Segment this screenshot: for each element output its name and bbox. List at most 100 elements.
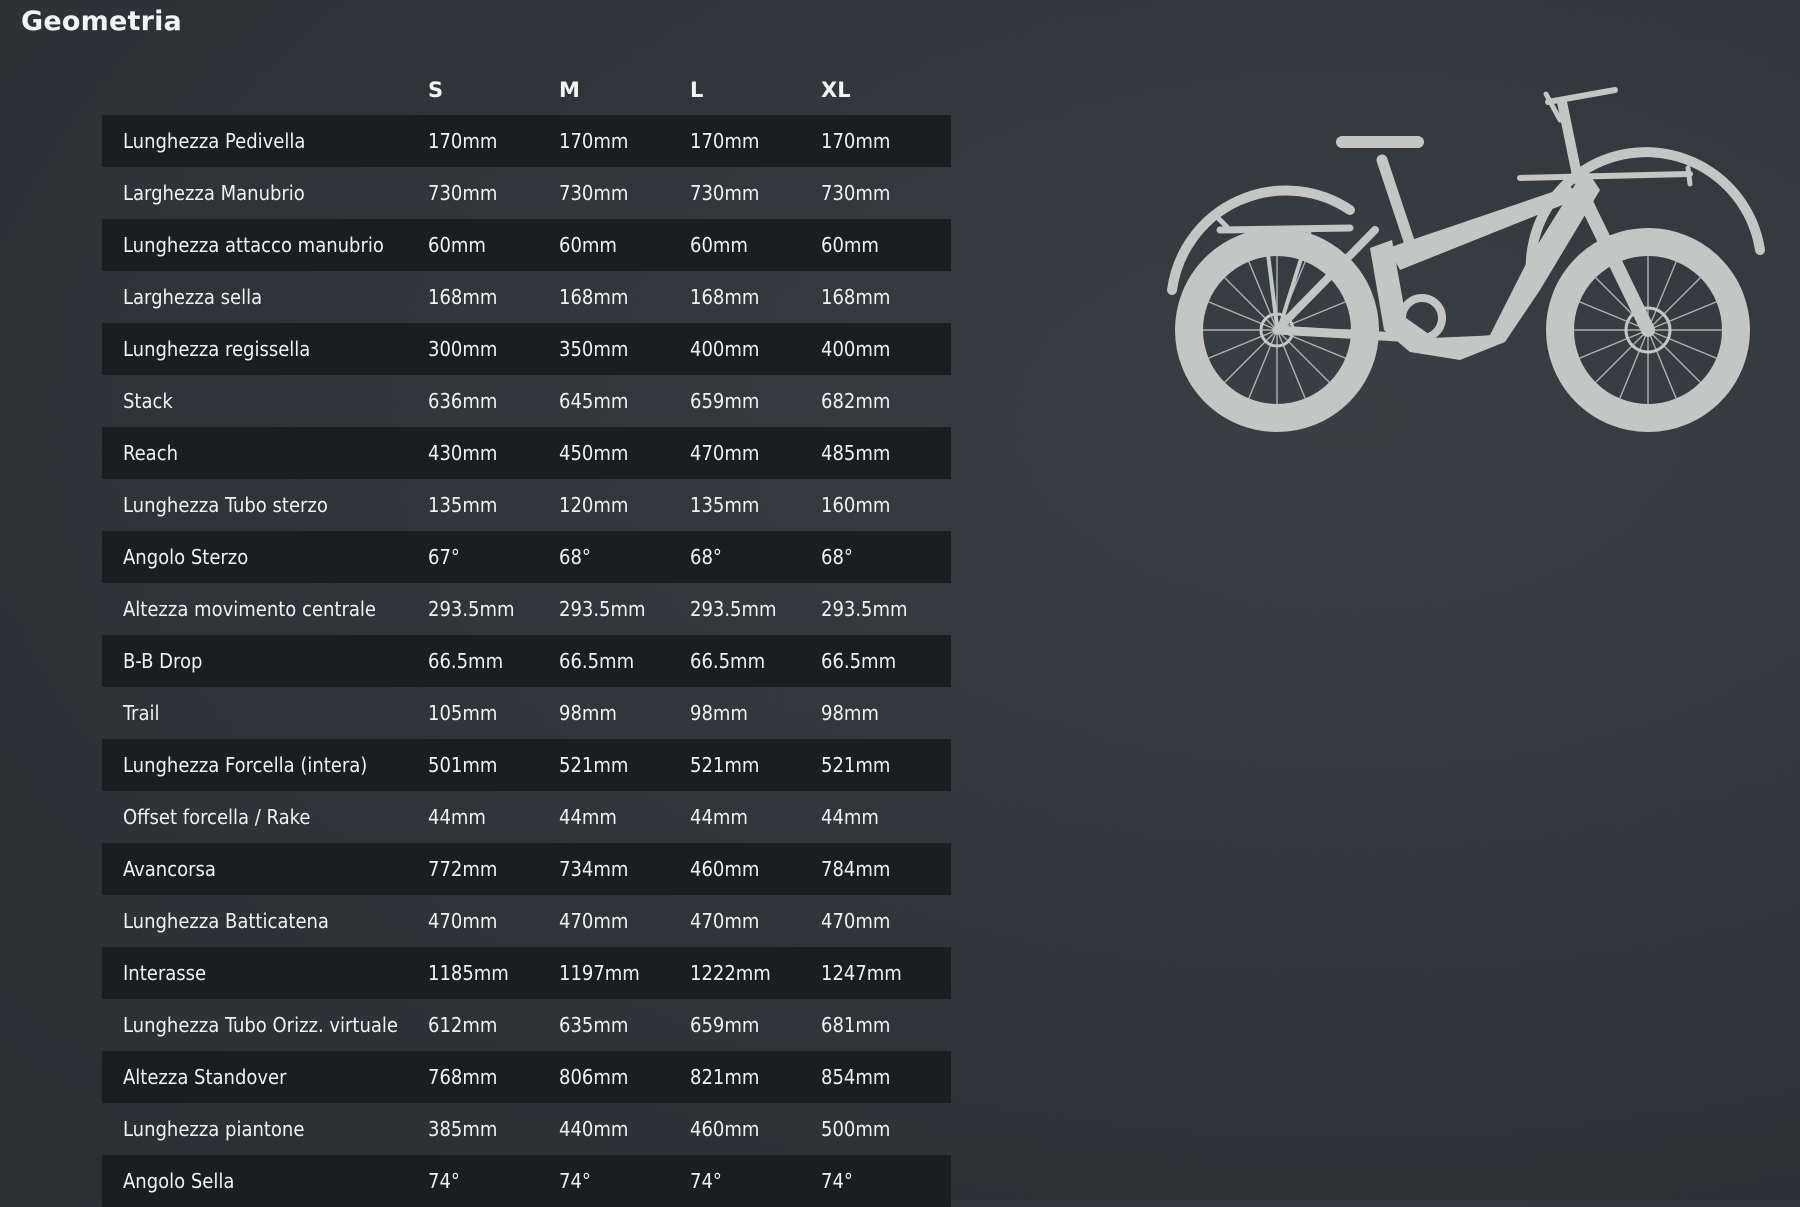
cell-s: 636mm (428, 389, 498, 413)
table-row: Interasse 1185mm 1197mm 1222mm 1247mm (102, 947, 951, 999)
cell-s: 612mm (428, 1013, 498, 1037)
cell-s: 293.5mm (428, 597, 515, 621)
row-label: Lunghezza Tubo sterzo (123, 493, 328, 517)
cell-xl: 730mm (821, 181, 891, 205)
cell-xl: 98mm (821, 701, 879, 725)
cell-xl: 500mm (821, 1117, 891, 1141)
column-header-label (102, 63, 428, 115)
cell-m: 470mm (559, 909, 629, 933)
cell-s: 170mm (428, 129, 498, 153)
cell-l: 293.5mm (690, 597, 777, 621)
row-label: Trail (123, 701, 160, 725)
table-row: Lunghezza Pedivella 170mm 170mm 170mm 170mm (102, 115, 951, 167)
cell-xl: 74° (821, 1169, 853, 1193)
table-row: B-B Drop 66.5mm 66.5mm 66.5mm 66.5mm (102, 635, 951, 687)
cell-m: 293.5mm (559, 597, 646, 621)
cell-m: 170mm (559, 129, 629, 153)
row-label: Lunghezza attacco manubrio (123, 233, 384, 257)
cell-xl: 854mm (821, 1065, 891, 1089)
cell-l: 730mm (690, 181, 760, 205)
row-label: Altezza Standover (123, 1065, 287, 1089)
row-label: Offset forcella / Rake (123, 805, 311, 829)
page-title: Geometria (21, 6, 182, 37)
cell-l: 460mm (690, 857, 760, 881)
cell-xl: 521mm (821, 753, 891, 777)
cell-m: 450mm (559, 441, 629, 465)
row-label: Larghezza Manubrio (123, 181, 305, 205)
cell-m: 521mm (559, 753, 629, 777)
cell-xl: 470mm (821, 909, 891, 933)
table-row: Stack 636mm 645mm 659mm 682mm (102, 375, 951, 427)
cell-l: 60mm (690, 233, 748, 257)
row-label: Lunghezza Pedivella (123, 129, 306, 153)
table-row: Lunghezza Tubo Orizz. virtuale 612mm 635mm… (102, 999, 951, 1051)
cell-s: 772mm (428, 857, 498, 881)
table-row: Lunghezza attacco manubrio 60mm 60mm 60mm 60… (102, 219, 951, 271)
cell-xl: 784mm (821, 857, 891, 881)
cell-xl: 293.5mm (821, 597, 908, 621)
cell-s: 470mm (428, 909, 498, 933)
table-row: Lunghezza Forcella (intera) 501mm 521mm 521… (102, 739, 951, 791)
table-row: Larghezza Manubrio 730mm 730mm 730mm 730mm (102, 167, 951, 219)
cell-xl: 60mm (821, 233, 879, 257)
row-label: Interasse (123, 961, 207, 985)
cell-xl: 160mm (821, 493, 891, 517)
cell-l: 168mm (690, 285, 760, 309)
cell-xl: 485mm (821, 441, 891, 465)
table-row: Angolo Sella 74° 74° 74° 74° (102, 1155, 951, 1207)
row-label: Lunghezza Forcella (intera) (123, 753, 368, 777)
cell-s: 74° (428, 1169, 460, 1193)
cell-m: 1197mm (559, 961, 640, 985)
cell-l: 400mm (690, 337, 760, 361)
cell-m: 645mm (559, 389, 629, 413)
table-row: Trail 105mm 98mm 98mm 98mm (102, 687, 951, 739)
table-row: Lunghezza Batticatena 470mm 470mm 470mm 470m… (102, 895, 951, 947)
cell-s: 768mm (428, 1065, 498, 1089)
table-row: Altezza Standover 768mm 806mm 821mm 854mm (102, 1051, 951, 1103)
cell-xl: 1247mm (821, 961, 902, 985)
cell-m: 68° (559, 545, 591, 569)
cell-s: 730mm (428, 181, 498, 205)
cell-l: 521mm (690, 753, 760, 777)
cell-m: 730mm (559, 181, 629, 205)
cell-xl: 68° (821, 545, 853, 569)
cell-l: 44mm (690, 805, 748, 829)
cell-s: 385mm (428, 1117, 498, 1141)
cell-m: 66.5mm (559, 649, 635, 673)
table-row: Reach 430mm 450mm 470mm 485mm (102, 427, 951, 479)
cell-l: 659mm (690, 1013, 760, 1037)
row-label: Angolo Sterzo (123, 545, 249, 569)
column-header-l: L (690, 78, 704, 102)
e-bike-silhouette-icon (1167, 87, 1765, 432)
column-header-s: S (428, 78, 444, 102)
cell-m: 440mm (559, 1117, 629, 1141)
cell-xl: 168mm (821, 285, 891, 309)
cell-l: 98mm (690, 701, 748, 725)
table-row: Lunghezza regissella 300mm 350mm 400mm 400mm (102, 323, 951, 375)
column-header-xl: XL (821, 78, 851, 102)
row-label: Avancorsa (123, 857, 216, 881)
row-label: Altezza movimento centrale (123, 597, 376, 621)
cell-s: 430mm (428, 441, 498, 465)
row-label: Lunghezza piantone (123, 1117, 305, 1141)
cell-l: 135mm (690, 493, 760, 517)
cell-m: 60mm (559, 233, 617, 257)
cell-xl: 66.5mm (821, 649, 897, 673)
cell-s: 60mm (428, 233, 486, 257)
cell-s: 168mm (428, 285, 498, 309)
cell-l: 170mm (690, 129, 760, 153)
row-label: Lunghezza Tubo Orizz. virtuale (123, 1013, 398, 1037)
table-row: Avancorsa 772mm 734mm 460mm 784mm (102, 843, 951, 895)
cell-l: 66.5mm (690, 649, 766, 673)
cell-m: 74° (559, 1169, 591, 1193)
row-label: Stack (123, 389, 173, 413)
cell-s: 501mm (428, 753, 498, 777)
table-row: Lunghezza piantone 385mm 440mm 460mm 500mm (102, 1103, 951, 1155)
cell-m: 734mm (559, 857, 629, 881)
cell-l: 659mm (690, 389, 760, 413)
cell-s: 67° (428, 545, 460, 569)
cell-m: 98mm (559, 701, 617, 725)
cell-l: 1222mm (690, 961, 771, 985)
cell-m: 44mm (559, 805, 617, 829)
row-label: B-B Drop (123, 649, 203, 673)
